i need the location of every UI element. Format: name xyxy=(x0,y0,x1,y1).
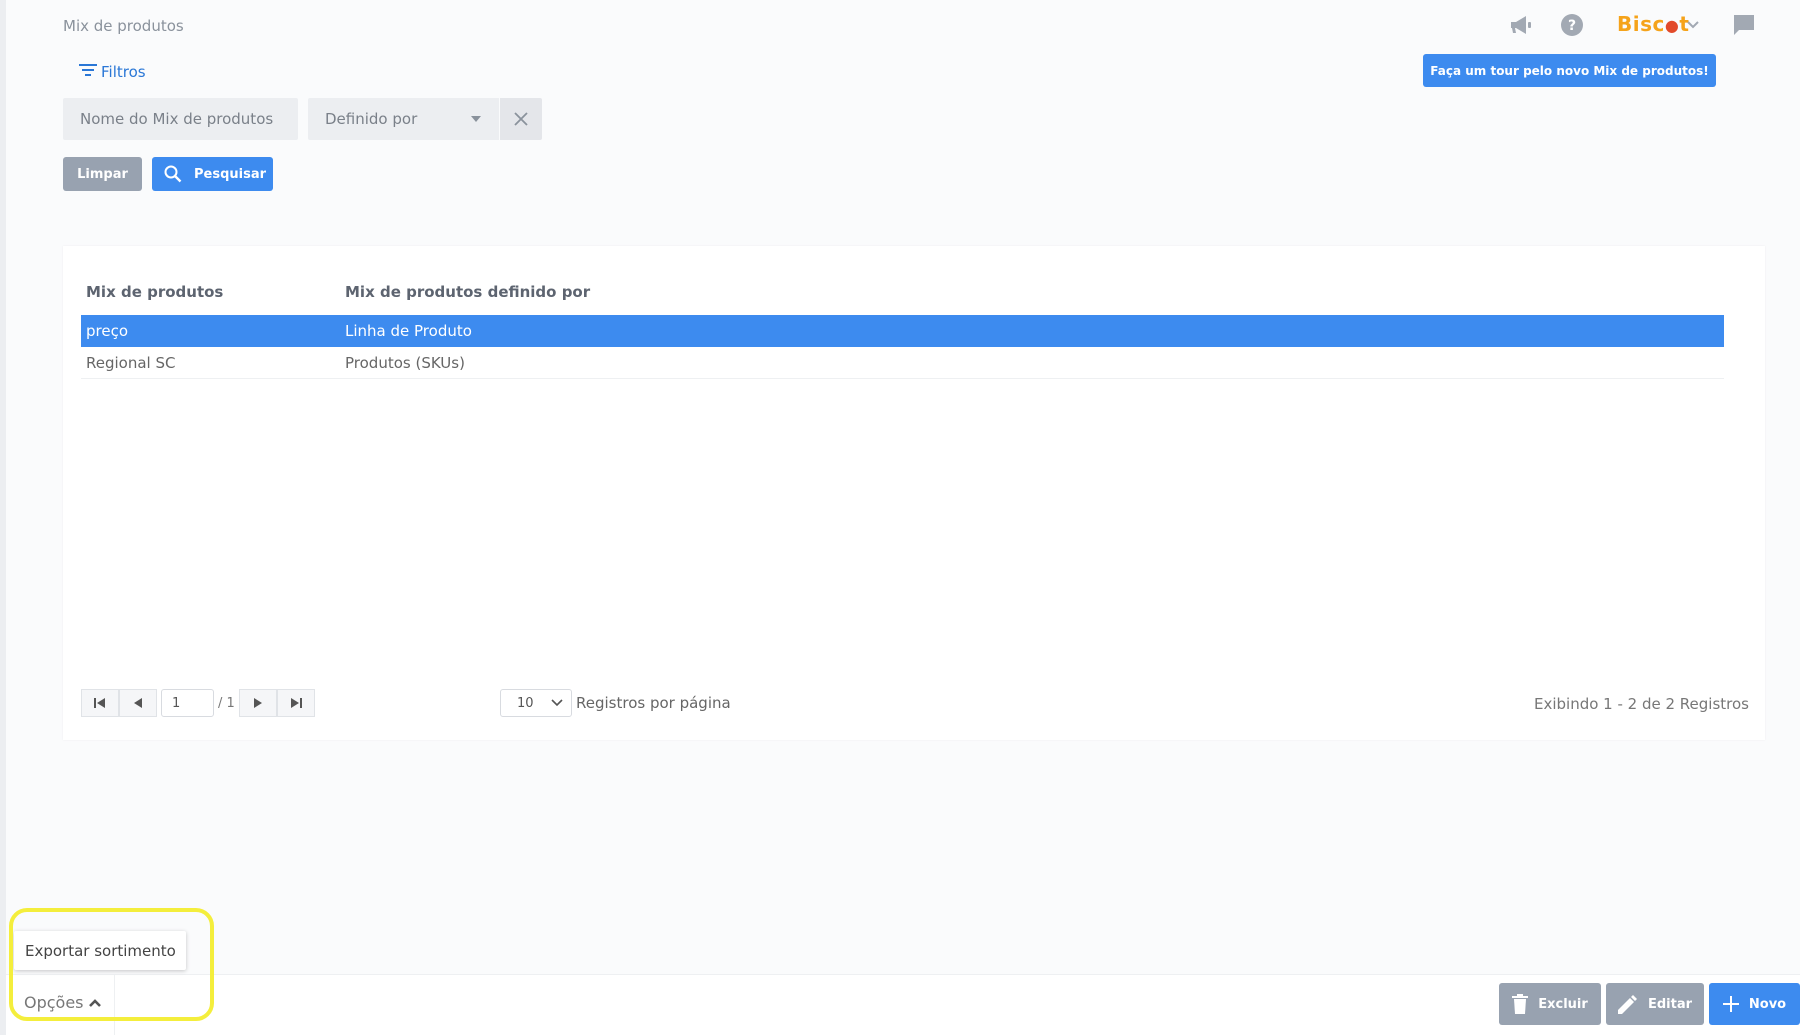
trash-icon xyxy=(1512,994,1529,1014)
next-page-button[interactable] xyxy=(238,689,277,717)
first-page-icon xyxy=(94,698,105,708)
filter-icon xyxy=(79,63,97,81)
prev-page-button[interactable] xyxy=(119,689,157,717)
last-page-button[interactable] xyxy=(276,689,315,717)
defined-by-placeholder: Definido por xyxy=(325,110,418,128)
svg-text:?: ? xyxy=(1568,18,1576,34)
per-page-label: Registros por página xyxy=(576,694,731,712)
cell-defined-by: Produtos (SKUs) xyxy=(345,353,465,372)
per-page-select[interactable]: 10 xyxy=(500,689,572,717)
per-page-control: 10 Registros por página xyxy=(500,689,731,717)
clear-filter-button[interactable] xyxy=(500,98,542,140)
pagination: / 1 xyxy=(81,689,315,717)
results-card: Mix de produtos Mix de produtos definido… xyxy=(63,246,1765,740)
cell-defined-by: Linha de Produto xyxy=(345,322,472,340)
new-button[interactable]: Novo xyxy=(1709,983,1800,1025)
defined-by-select[interactable]: Definido por xyxy=(308,98,499,140)
page-number-input[interactable] xyxy=(161,689,214,717)
prev-page-icon xyxy=(134,698,142,708)
megaphone-icon[interactable] xyxy=(1506,10,1536,40)
table-row[interactable]: Regional SC Produtos (SKUs) xyxy=(81,347,1724,379)
caret-down-icon xyxy=(471,116,481,122)
first-page-button[interactable] xyxy=(81,689,119,717)
tour-button[interactable]: Faça um tour pelo novo Mix de produtos! xyxy=(1423,54,1716,87)
left-sidebar-strip xyxy=(0,0,6,1035)
filters-label: Filtros xyxy=(101,63,146,81)
delete-button[interactable]: Excluir xyxy=(1499,983,1601,1025)
mix-name-input[interactable] xyxy=(63,98,298,140)
new-button-label: Novo xyxy=(1748,996,1787,1012)
clear-button[interactable]: Limpar xyxy=(63,157,142,191)
edit-button[interactable]: Editar xyxy=(1606,983,1704,1025)
help-icon[interactable]: ? xyxy=(1557,10,1587,40)
filters-toggle[interactable]: Filtros xyxy=(79,63,146,81)
edit-button-label: Editar xyxy=(1647,996,1693,1012)
column-header-defined-by[interactable]: Mix de produtos definido por xyxy=(345,283,1724,309)
per-page-value: 10 xyxy=(517,695,534,711)
cell-mix-name: Regional SC xyxy=(86,353,176,372)
chat-icon[interactable] xyxy=(1729,10,1759,40)
chevron-down-icon xyxy=(551,699,563,707)
page-title: Mix de produtos xyxy=(63,17,184,35)
column-header-mix[interactable]: Mix de produtos xyxy=(81,283,345,309)
search-icon xyxy=(164,165,182,183)
table-row[interactable]: preço Linha de Produto xyxy=(81,315,1724,347)
close-icon xyxy=(514,112,528,126)
records-summary: Exibindo 1 - 2 de 2 Registros xyxy=(1533,695,1749,713)
total-pages: / 1 xyxy=(218,695,235,711)
last-page-icon xyxy=(290,698,302,708)
cell-mix-name: preço xyxy=(86,322,129,340)
search-button[interactable]: Pesquisar xyxy=(152,157,273,191)
brand-logo[interactable]: Bisc●t xyxy=(1617,12,1689,36)
search-button-label: Pesquisar xyxy=(194,166,267,182)
highlight-annotation xyxy=(9,908,214,1021)
pencil-icon xyxy=(1617,995,1637,1014)
plus-icon xyxy=(1722,996,1739,1012)
next-page-icon xyxy=(253,698,262,708)
delete-button-label: Excluir xyxy=(1538,996,1588,1012)
chevron-down-icon[interactable] xyxy=(1683,10,1703,40)
table-header: Mix de produtos Mix de produtos definido… xyxy=(81,283,1724,309)
